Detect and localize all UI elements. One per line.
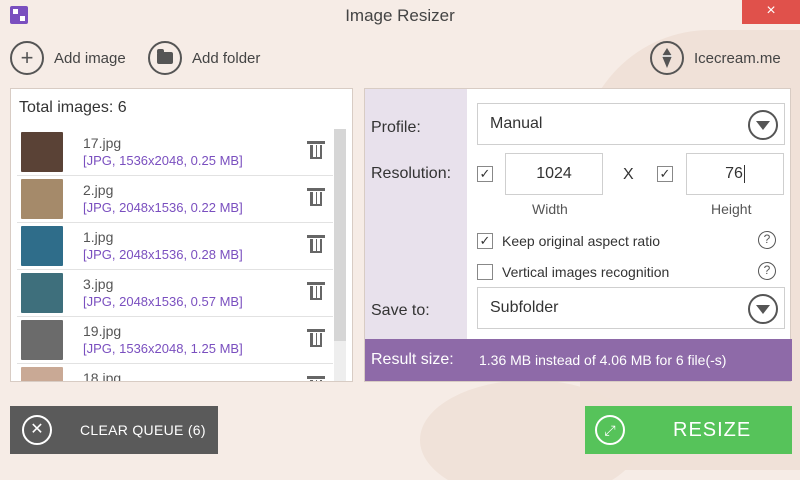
- vertical-recognition-label: Vertical images recognition: [502, 264, 670, 280]
- image-thumbnail: [21, 226, 63, 266]
- profile-value: Manual: [490, 115, 543, 132]
- file-meta: [JPG, 2048x1536, 0.28 MB]: [83, 247, 243, 262]
- save-to-select[interactable]: Subfolder: [477, 287, 785, 329]
- chevron-down-icon[interactable]: [748, 294, 778, 324]
- window-title: Image Resizer: [345, 6, 455, 25]
- close-icon: ✕: [22, 415, 52, 445]
- resolution-separator: X: [623, 166, 634, 183]
- file-row[interactable]: 18.jpg: [17, 364, 333, 381]
- add-image-button[interactable]: + Add image: [10, 40, 126, 76]
- add-icon: +: [10, 41, 44, 75]
- resize-button[interactable]: ⤢ RESIZE: [585, 406, 792, 454]
- result-size-text: 1.36 MB instead of 4.06 MB for 6 file(-s…: [479, 352, 727, 368]
- result-size-bar: Result size: 1.36 MB instead of 4.06 MB …: [365, 339, 792, 381]
- file-name: 2.jpg: [83, 182, 114, 198]
- title-bar: Image Resizer ×: [0, 0, 800, 30]
- profile-select[interactable]: Manual: [477, 103, 785, 145]
- resize-icon: ⤢: [595, 415, 625, 445]
- file-name: 3.jpg: [83, 276, 114, 292]
- file-row[interactable]: 2.jpg [JPG, 2048x1536, 0.22 MB]: [17, 176, 333, 223]
- file-meta: [JPG, 1536x2048, 0.25 MB]: [83, 153, 243, 168]
- vertical-recognition-checkbox[interactable]: [477, 264, 493, 280]
- width-checkbox[interactable]: ✓: [477, 166, 493, 182]
- add-image-label: Add image: [54, 49, 126, 67]
- keep-aspect-label: Keep original aspect ratio: [502, 233, 660, 249]
- trash-icon[interactable]: [307, 235, 325, 253]
- file-list[interactable]: 17.jpg [JPG, 1536x2048, 0.25 MB] 2.jpg […: [17, 129, 333, 381]
- image-thumbnail: [21, 179, 63, 219]
- file-list-scrollbar[interactable]: [334, 129, 346, 381]
- icecream-logo-icon: [650, 41, 684, 75]
- folder-icon: [148, 41, 182, 75]
- file-row[interactable]: 3.jpg [JPG, 2048x1536, 0.57 MB]: [17, 270, 333, 317]
- save-to-value: Subfolder: [490, 299, 559, 316]
- trash-icon[interactable]: [307, 376, 325, 381]
- file-name: 18.jpg: [83, 370, 122, 381]
- icecream-link[interactable]: Icecream.me: [650, 40, 781, 76]
- close-button[interactable]: ×: [742, 0, 800, 24]
- help-icon[interactable]: ?: [758, 231, 776, 249]
- resize-label: RESIZE: [673, 418, 752, 441]
- image-thumbnail: [21, 320, 63, 360]
- keep-aspect-checkbox[interactable]: ✓: [477, 233, 493, 249]
- file-meta: [JPG, 1536x2048, 1.25 MB]: [83, 341, 243, 356]
- trash-icon[interactable]: [307, 141, 325, 159]
- scrollbar-thumb[interactable]: [334, 129, 346, 341]
- file-meta: [JPG, 2048x1536, 0.57 MB]: [83, 294, 243, 309]
- result-size-label: Result size:: [371, 351, 454, 368]
- file-row[interactable]: 1.jpg [JPG, 2048x1536, 0.28 MB]: [17, 223, 333, 270]
- profile-label: Profile:: [371, 119, 421, 136]
- file-name: 17.jpg: [83, 135, 122, 151]
- image-thumbnail: [21, 367, 63, 381]
- trash-icon[interactable]: [307, 329, 325, 347]
- width-caption: Width: [532, 201, 568, 217]
- brand-label: Icecream.me: [694, 49, 781, 67]
- clear-queue-label: CLEAR QUEUE (6): [80, 422, 206, 438]
- file-list-panel: Total images: 6 17.jpg [JPG, 1536x2048, …: [10, 88, 353, 382]
- text-caret: [743, 164, 745, 183]
- height-value: 76: [725, 165, 743, 182]
- height-caption: Height: [711, 201, 752, 217]
- trash-icon[interactable]: [307, 282, 325, 300]
- resolution-label: Resolution:: [371, 165, 452, 182]
- width-input[interactable]: 1024: [505, 153, 603, 195]
- clear-queue-button[interactable]: ✕ CLEAR QUEUE (6): [10, 406, 218, 454]
- file-name: 1.jpg: [83, 229, 114, 245]
- file-row[interactable]: 17.jpg [JPG, 1536x2048, 0.25 MB]: [17, 129, 333, 176]
- trash-icon[interactable]: [307, 188, 325, 206]
- file-name: 19.jpg: [83, 323, 122, 339]
- height-checkbox[interactable]: ✓: [657, 166, 673, 182]
- image-thumbnail: [21, 273, 63, 313]
- image-thumbnail: [21, 132, 63, 172]
- chevron-down-icon[interactable]: [748, 110, 778, 140]
- add-folder-label: Add folder: [192, 49, 261, 67]
- total-images-label: Total images: 6: [19, 99, 127, 116]
- file-meta: [JPG, 2048x1536, 0.22 MB]: [83, 200, 243, 215]
- height-input[interactable]: 76: [686, 153, 784, 195]
- add-folder-button[interactable]: Add folder: [148, 40, 260, 76]
- settings-panel: Profile: Manual Resolution: ✓ 1024 X ✓ 7…: [364, 88, 792, 382]
- file-row[interactable]: 19.jpg [JPG, 1536x2048, 1.25 MB]: [17, 317, 333, 364]
- help-icon[interactable]: ?: [758, 262, 776, 280]
- save-to-label: Save to:: [371, 302, 430, 319]
